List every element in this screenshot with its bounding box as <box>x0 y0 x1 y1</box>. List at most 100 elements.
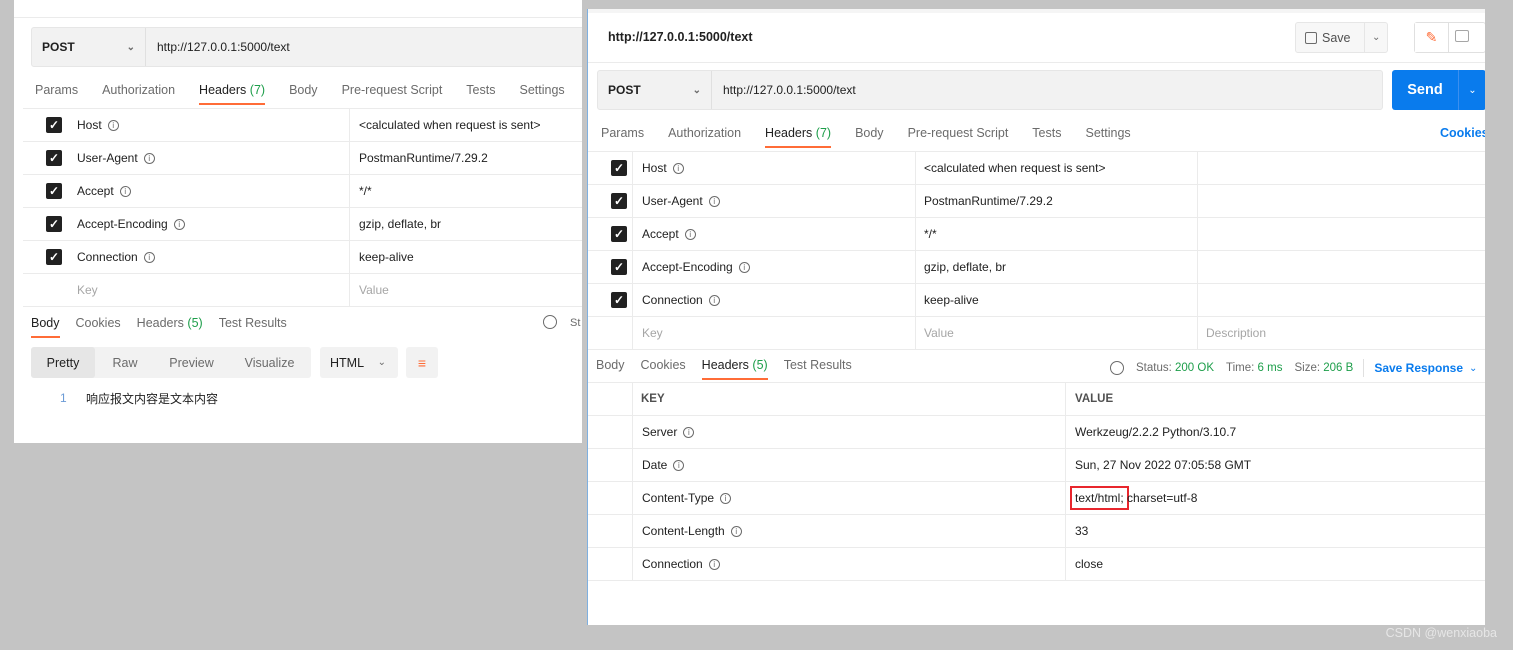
left-resp-tab-headers[interactable]: Headers (5) <box>137 316 203 330</box>
right-resp-tab-cookies[interactable]: Cookies <box>641 358 686 372</box>
checkbox-checked-icon[interactable]: ✓ <box>611 160 627 176</box>
left-tab-prerequest[interactable]: Pre-request Script <box>342 83 443 97</box>
right-mode-toggle: ✎ <box>1414 22 1485 53</box>
header-value: */* <box>359 184 372 198</box>
checkbox-checked-icon[interactable]: ✓ <box>46 183 62 199</box>
comment-icon[interactable] <box>1455 30 1469 42</box>
left-tab-body[interactable]: Body <box>289 83 318 97</box>
checkbox-checked-icon[interactable]: ✓ <box>46 249 62 265</box>
right-resp-tab-headers[interactable]: Headers (5) <box>701 358 768 380</box>
right-tab-strip <box>588 9 1485 13</box>
left-url-input[interactable]: http://127.0.0.1:5000/text <box>146 40 290 54</box>
send-dropdown-chevron-icon[interactable]: ⌄ <box>1459 85 1485 96</box>
view-pretty-button[interactable]: Pretty <box>31 347 95 378</box>
globe-icon[interactable] <box>543 315 557 329</box>
resp-header-value: 33 <box>1075 524 1089 538</box>
highlight-box: text/html; <box>1070 486 1129 510</box>
right-tab-tests[interactable]: Tests <box>1032 126 1061 140</box>
table-row: ✓ User-Agent i PostmanRuntime/7.29.2 <box>23 142 582 175</box>
header-key: Accept i <box>642 227 696 241</box>
new-description-input[interactable]: Description <box>1206 326 1266 340</box>
left-tab-headers[interactable]: Headers (7) <box>199 83 266 105</box>
header-value: gzip, deflate, br <box>924 260 1007 274</box>
response-headers-table: KEY VALUE Server i Werkzeug/2.2.2 Python/… <box>588 382 1485 581</box>
right-method-select[interactable]: POST ⌄ <box>598 71 712 109</box>
chevron-down-icon: ⌄ <box>377 357 386 368</box>
info-icon: i <box>143 252 155 264</box>
table-row: Key Value <box>23 274 582 307</box>
info-icon: i <box>730 526 742 538</box>
header-value: keep-alive <box>924 293 979 307</box>
table-row: ✓ Accept i */* <box>588 218 1485 251</box>
right-tab-headers[interactable]: Headers (7) <box>765 126 832 148</box>
time-value[interactable]: 6 ms <box>1258 362 1283 374</box>
table-row: Server i Werkzeug/2.2.2 Python/3.10.7 <box>588 416 1485 449</box>
checkbox-checked-icon[interactable]: ✓ <box>46 216 62 232</box>
header-value: PostmanRuntime/7.29.2 <box>359 151 488 165</box>
left-tab-headers-count: (7) <box>249 83 266 97</box>
right-title-divider <box>588 62 1485 63</box>
table-row: ✓ Host i <calculated when request is sent… <box>588 152 1485 185</box>
view-visualize-button[interactable]: Visualize <box>228 356 311 370</box>
wrap-lines-button[interactable]: ≡ <box>406 347 438 378</box>
left-tab-settings[interactable]: Settings <box>519 83 564 97</box>
left-tab-tests[interactable]: Tests <box>466 83 495 97</box>
header-key: Accept-Encoding i <box>642 260 750 274</box>
cookies-link[interactable]: Cookies <box>1440 126 1485 140</box>
new-key-input[interactable]: Key <box>642 326 663 340</box>
send-button[interactable]: Send <box>1392 70 1459 110</box>
right-request-tabs: Params Authorization Headers (7) Body Pr… <box>601 126 1131 148</box>
checkbox-checked-icon[interactable]: ✓ <box>611 292 627 308</box>
info-icon: i <box>107 120 119 132</box>
new-value-input[interactable]: Value <box>924 326 954 340</box>
header-value: PostmanRuntime/7.29.2 <box>924 194 1053 208</box>
checkbox-checked-icon[interactable]: ✓ <box>46 117 62 133</box>
left-method-select[interactable]: POST ⌄ <box>32 28 146 66</box>
format-select[interactable]: HTML ⌄ <box>320 347 398 378</box>
checkbox-checked-icon[interactable]: ✓ <box>46 150 62 166</box>
right-resp-tab-tests[interactable]: Test Results <box>784 358 852 372</box>
size-value[interactable]: 206 B <box>1323 362 1353 374</box>
table-row: ✓ Connection i keep-alive <box>23 241 582 274</box>
view-preview-button[interactable]: Preview <box>155 356 228 370</box>
globe-icon[interactable] <box>1110 361 1124 375</box>
info-icon: i <box>684 229 696 241</box>
right-tab-body[interactable]: Body <box>855 126 884 140</box>
left-resp-tab-tests[interactable]: Test Results <box>219 316 287 330</box>
left-tab-headers-label: Headers <box>199 83 247 97</box>
table-row: Content-Length i 33 <box>588 515 1485 548</box>
watermark: CSDN @wenxiaoba <box>1385 626 1497 640</box>
checkbox-checked-icon[interactable]: ✓ <box>611 193 627 209</box>
checkbox-checked-icon[interactable]: ✓ <box>611 226 627 242</box>
left-tab-authorization[interactable]: Authorization <box>102 83 175 97</box>
time-label: Time: <box>1226 362 1255 374</box>
right-tab-settings[interactable]: Settings <box>1085 126 1130 140</box>
save-button[interactable]: Save <box>1296 23 1366 52</box>
line-number: 1 <box>60 391 67 405</box>
edit-pencil-icon[interactable]: ✎ <box>1415 23 1449 52</box>
save-label: Save <box>1322 30 1351 45</box>
new-key-input[interactable]: Key <box>77 283 98 297</box>
resp-header-key: Content-Length i <box>642 524 742 538</box>
left-tab-params[interactable]: Params <box>35 83 78 97</box>
left-request-tabs: Params Authorization Headers (7) Body Pr… <box>35 83 565 105</box>
view-raw-button[interactable]: Raw <box>95 356 155 370</box>
header-value: gzip, deflate, br <box>359 217 442 231</box>
right-url-input[interactable]: http://127.0.0.1:5000/text <box>712 83 856 97</box>
chevron-down-icon[interactable]: ⌄ <box>1469 363 1477 374</box>
right-response-tabs: Body Cookies Headers (5) Test Results <box>596 358 852 380</box>
resp-header-key: Connection i <box>642 557 720 571</box>
save-dropdown-chevron-icon[interactable]: ⌄ <box>1365 32 1387 43</box>
table-row: ✓ Connection i keep-alive <box>588 284 1485 317</box>
right-tab-prerequest[interactable]: Pre-request Script <box>908 126 1009 140</box>
left-resp-tab-body[interactable]: Body <box>31 316 60 338</box>
new-value-input[interactable]: Value <box>359 283 389 297</box>
save-response-button[interactable]: Save Response <box>1374 361 1463 375</box>
left-view-mode-group: Pretty Raw Preview Visualize <box>31 347 311 378</box>
right-tab-authorization[interactable]: Authorization <box>668 126 741 140</box>
right-tab-params[interactable]: Params <box>601 126 644 140</box>
checkbox-checked-icon[interactable]: ✓ <box>611 259 627 275</box>
right-resp-tab-body[interactable]: Body <box>596 358 625 372</box>
save-icon <box>1305 31 1317 44</box>
left-resp-tab-cookies[interactable]: Cookies <box>76 316 121 330</box>
